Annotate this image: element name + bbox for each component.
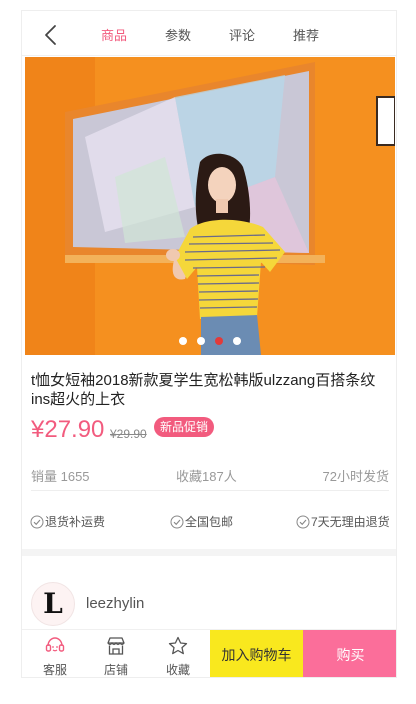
favorites-count: 收藏187人: [176, 469, 237, 484]
add-to-cart-button[interactable]: 加入购物车: [210, 630, 303, 677]
check-circle-icon: [30, 515, 44, 528]
guarantee-item: 7天无理由退货: [296, 513, 390, 530]
product-title: t恤女短袖2018新款夏学生宽松韩版ulzzang百搭条纹ins超火的上衣: [31, 372, 376, 408]
guarantee-label: 7天无理由退货: [311, 515, 390, 529]
shop-logo[interactable]: L: [31, 582, 75, 626]
guarantee-label: 退货补运费: [45, 515, 106, 529]
shop-name[interactable]: leezhylin: [86, 595, 144, 612]
guarantee-label: 全国包邮: [185, 515, 234, 529]
tab-product[interactable]: 商品: [101, 25, 127, 44]
customer-service-icon: [45, 637, 65, 652]
buy-now-button[interactable]: 购买: [303, 630, 396, 677]
store-label: 店铺: [103, 663, 128, 677]
product-page: 商品 参数 评论 推荐 t恤女短袖2018新款夏学生宽松韩版ulzzang百搭条…: [21, 10, 397, 678]
carousel-dot-active[interactable]: [215, 337, 223, 345]
tab-params[interactable]: 参数: [165, 25, 191, 44]
bottom-action-bar: 客服 店铺 收藏 加入购物车 购买: [22, 629, 396, 677]
top-nav: 商品 参数 评论 推荐: [22, 11, 396, 56]
tab-recommend[interactable]: 推荐: [293, 25, 319, 44]
chevron-left-icon[interactable]: [38, 21, 66, 49]
promo-badge: 新品促销: [154, 417, 215, 437]
carousel-dots: [25, 337, 395, 345]
favorite-label: 收藏: [165, 663, 190, 677]
section-separator: [22, 549, 396, 556]
store-icon: [107, 637, 125, 655]
tab-reviews[interactable]: 评论: [229, 25, 255, 44]
carousel-dot[interactable]: [197, 337, 205, 345]
store-button[interactable]: 店铺: [85, 630, 147, 677]
original-price: ¥29.90: [110, 427, 147, 441]
shipping-time: 72小时发货: [322, 469, 389, 484]
customer-service-label: 客服: [42, 663, 67, 677]
guarantee-item: 全国包邮: [170, 513, 233, 530]
sales-count: 销量 1655: [31, 469, 90, 484]
product-price: ¥27.90: [31, 416, 105, 443]
favorite-button[interactable]: 收藏: [147, 630, 209, 677]
divider: [31, 490, 389, 491]
shop-logo-letter: L: [43, 587, 63, 620]
check-circle-icon: [170, 515, 184, 528]
guarantee-item: 退货补运费: [30, 513, 105, 530]
customer-service-button[interactable]: 客服: [24, 630, 86, 677]
check-circle-icon: [296, 515, 310, 528]
carousel-dot[interactable]: [179, 337, 187, 345]
product-image-carousel[interactable]: [25, 57, 395, 355]
star-icon: [168, 636, 188, 655]
carousel-dot[interactable]: [233, 337, 241, 345]
product-photo: [25, 57, 395, 355]
